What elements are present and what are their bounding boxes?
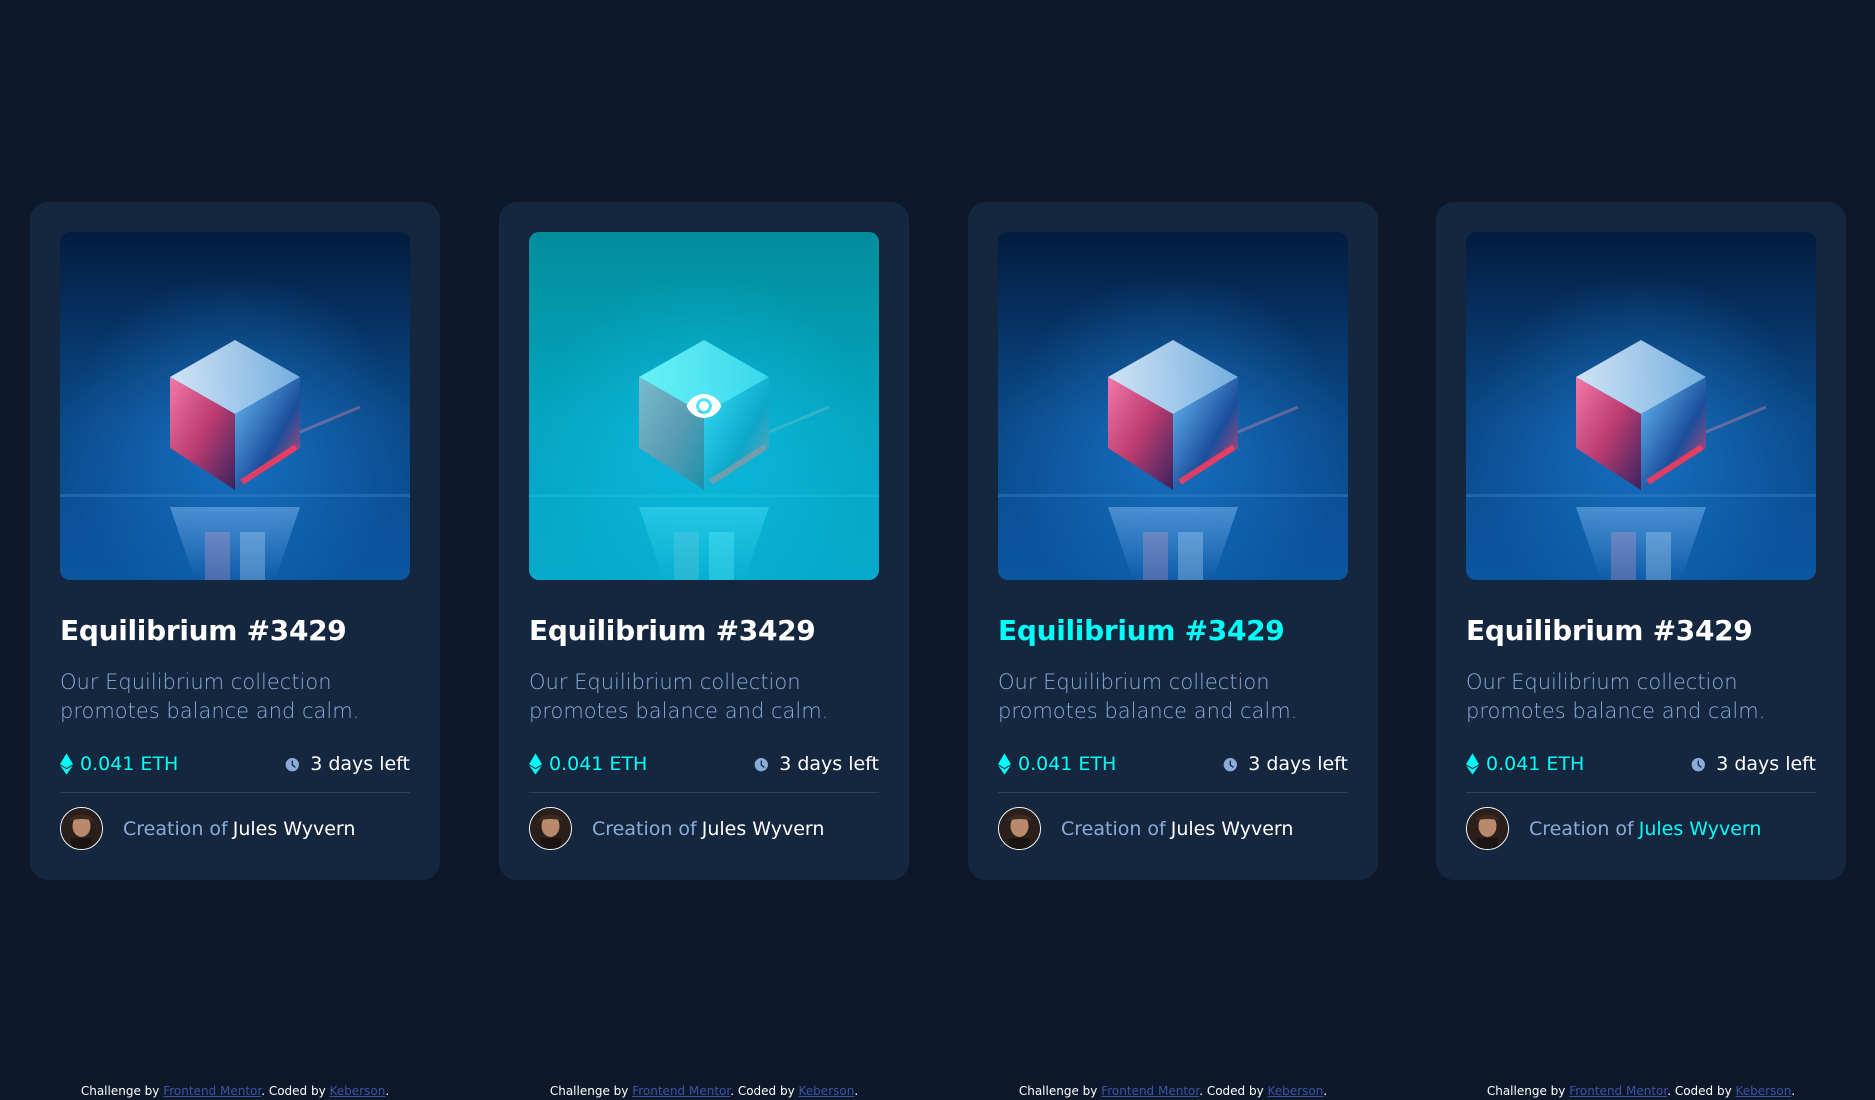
price-value: 0.041 ETH: [549, 753, 648, 775]
creator-prefix: Creation of: [592, 817, 697, 840]
nft-price: 0.041 ETH: [1466, 753, 1584, 775]
nft-card: Equilibrium #3429 Our Equilibrium collec…: [499, 202, 909, 880]
nft-time-left: 3 days left: [284, 753, 410, 775]
nft-title[interactable]: Equilibrium #3429: [998, 614, 1348, 648]
nft-title[interactable]: Equilibrium #3429: [1466, 614, 1816, 648]
author-link[interactable]: Keberson: [1736, 1084, 1792, 1098]
attribution-footer: Challenge by Frontend Mentor. Coded by K…: [499, 1084, 909, 1098]
challenge-prefix: Challenge by: [549, 1084, 629, 1098]
author-link[interactable]: Keberson: [1268, 1084, 1324, 1098]
nft-description: Our Equilibrium collection promotes bala…: [60, 670, 360, 723]
nft-meta-row: 0.041 ETH 3 days left: [60, 750, 410, 793]
footer-suffix: .: [385, 1084, 390, 1098]
clock-icon: [1691, 757, 1706, 771]
creator-prefix: Creation of: [123, 817, 228, 840]
nft-creator: Creation of Jules Wyvern: [60, 807, 410, 850]
coded-prefix: . Coded by: [261, 1084, 326, 1098]
nft-description: Our Equilibrium collection promotes bala…: [998, 670, 1298, 723]
frontend-mentor-link[interactable]: Frontend Mentor: [1569, 1084, 1667, 1098]
image-hover-overlay: [529, 232, 879, 580]
time-left-value: 3 days left: [1248, 753, 1348, 775]
ethereum-icon: [60, 753, 73, 775]
nft-time-left: 3 days left: [1690, 753, 1816, 775]
avatar: [529, 807, 572, 850]
creator-name-link[interactable]: Jules Wyvern: [1639, 818, 1762, 840]
footer-suffix: .: [1323, 1084, 1328, 1098]
nft-image-link[interactable]: [1466, 232, 1816, 580]
avatar: [1466, 807, 1509, 850]
creator-prefix: Creation of: [1529, 817, 1634, 840]
creator-prefix: Creation of: [1061, 817, 1166, 840]
nft-title[interactable]: Equilibrium #3429: [529, 614, 879, 648]
price-value: 0.041 ETH: [80, 753, 179, 775]
nft-description: Our Equilibrium collection promotes bala…: [529, 670, 829, 723]
equilibrium-cube-image: [998, 232, 1348, 580]
coded-prefix: . Coded by: [1199, 1084, 1264, 1098]
clock-icon: [754, 757, 769, 771]
footer-suffix: .: [854, 1084, 859, 1098]
nft-price: 0.041 ETH: [529, 753, 647, 775]
avatar: [998, 807, 1041, 850]
frontend-mentor-link[interactable]: Frontend Mentor: [163, 1084, 261, 1098]
time-left-value: 3 days left: [1716, 753, 1816, 775]
nft-image-link[interactable]: [60, 232, 410, 580]
challenge-prefix: Challenge by: [1486, 1084, 1566, 1098]
coded-prefix: . Coded by: [1667, 1084, 1732, 1098]
nft-price: 0.041 ETH: [60, 753, 178, 775]
eye-icon: [686, 394, 722, 418]
nft-creator: Creation of Jules Wyvern: [1466, 807, 1816, 850]
challenge-prefix: Challenge by: [80, 1084, 160, 1098]
nft-time-left: 3 days left: [753, 753, 879, 775]
ethereum-icon: [529, 753, 542, 775]
nft-meta-row: 0.041 ETH 3 days left: [998, 750, 1348, 793]
frontend-mentor-link[interactable]: Frontend Mentor: [1101, 1084, 1199, 1098]
avatar: [60, 807, 103, 850]
creator-name-link[interactable]: Jules Wyvern: [233, 818, 356, 840]
nft-meta-row: 0.041 ETH 3 days left: [529, 750, 879, 793]
nft-title[interactable]: Equilibrium #3429: [60, 614, 410, 648]
coded-prefix: . Coded by: [730, 1084, 795, 1098]
author-link[interactable]: Keberson: [330, 1084, 386, 1098]
clock-icon: [1223, 757, 1238, 771]
author-link[interactable]: Keberson: [799, 1084, 855, 1098]
nft-meta-row: 0.041 ETH 3 days left: [1466, 750, 1816, 793]
nft-card: Equilibrium #3429 Our Equilibrium collec…: [30, 202, 440, 880]
time-left-value: 3 days left: [779, 753, 879, 775]
frontend-mentor-link[interactable]: Frontend Mentor: [632, 1084, 730, 1098]
price-value: 0.041 ETH: [1486, 753, 1585, 775]
footer-suffix: .: [1791, 1084, 1796, 1098]
nft-card: Equilibrium #3429 Our Equilibrium collec…: [1436, 202, 1846, 880]
equilibrium-cube-image: [1466, 232, 1816, 580]
equilibrium-cube-image: [60, 232, 410, 580]
nft-description: Our Equilibrium collection promotes bala…: [1466, 670, 1766, 723]
clock-icon: [285, 757, 300, 771]
ethereum-icon: [998, 753, 1011, 775]
challenge-prefix: Challenge by: [1018, 1084, 1098, 1098]
nft-creator: Creation of Jules Wyvern: [529, 807, 879, 850]
time-left-value: 3 days left: [310, 753, 410, 775]
nft-image-link[interactable]: [998, 232, 1348, 580]
price-value: 0.041 ETH: [1018, 753, 1117, 775]
attribution-footer: Challenge by Frontend Mentor. Coded by K…: [30, 1084, 440, 1098]
creator-name-link[interactable]: Jules Wyvern: [1171, 818, 1294, 840]
attribution-footer: Challenge by Frontend Mentor. Coded by K…: [1436, 1084, 1846, 1098]
attribution-footer: Challenge by Frontend Mentor. Coded by K…: [968, 1084, 1378, 1098]
nft-card: Equilibrium #3429 Our Equilibrium collec…: [968, 202, 1378, 880]
nft-time-left: 3 days left: [1222, 753, 1348, 775]
nft-price: 0.041 ETH: [998, 753, 1116, 775]
ethereum-icon: [1466, 753, 1479, 775]
creator-name-link[interactable]: Jules Wyvern: [702, 818, 825, 840]
nft-card-gallery: Equilibrium #3429 Our Equilibrium collec…: [0, 0, 1875, 1100]
nft-creator: Creation of Jules Wyvern: [998, 807, 1348, 850]
nft-image-link[interactable]: [529, 232, 879, 580]
